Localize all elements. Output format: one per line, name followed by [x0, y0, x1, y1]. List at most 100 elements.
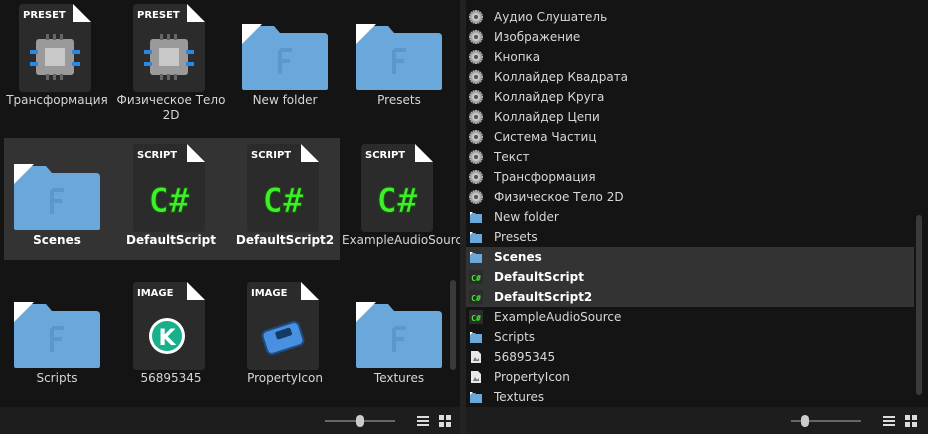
file-type-badge: PRESET: [23, 10, 66, 21]
gear-icon: [469, 90, 483, 104]
list-item[interactable]: Scripts: [466, 327, 914, 347]
image-icon: [471, 371, 481, 383]
list-item[interactable]: Scenes: [466, 247, 914, 267]
list-item[interactable]: C# DefaultScript2: [466, 287, 914, 307]
grid-zoom-knob[interactable]: [356, 415, 364, 427]
folder-icon: [470, 332, 482, 343]
grid-item[interactable]: IMAGE PropertyIcon: [228, 278, 342, 398]
grid-item-label: Трансформация: [6, 93, 108, 107]
grid-item-label: DefaultScript2: [235, 233, 335, 247]
list-item[interactable]: Текст: [466, 147, 914, 167]
folder-icon: [470, 252, 482, 263]
list-item[interactable]: Физическое Тело 2D: [466, 187, 914, 207]
grid-item-label: PropertyIcon: [247, 371, 323, 385]
gear-icon: [469, 150, 483, 164]
list-view-icon[interactable]: [882, 414, 896, 428]
list-item[interactable]: Textures: [466, 387, 914, 407]
grid-item-label: DefaultScript: [126, 233, 216, 247]
folder-icon: [14, 164, 100, 230]
grid-view-icon[interactable]: [438, 414, 452, 428]
gear-icon: [469, 190, 483, 204]
list-item-label: Коллайдер Круга: [494, 90, 605, 104]
grid-item-label: New folder: [252, 93, 318, 107]
list-item-label: Кнопка: [494, 50, 541, 64]
svg-text:K: K: [158, 326, 176, 351]
list-item[interactable]: PropertyIcon: [466, 367, 914, 387]
file-type-badge: SCRIPT: [365, 150, 406, 161]
list-item[interactable]: Система Частиц: [466, 127, 914, 147]
list-item[interactable]: Коллайдер Цепи: [466, 107, 914, 127]
grid-item[interactable]: PRESET Физическое Тело 2D: [114, 0, 228, 122]
list-item[interactable]: 56895345: [466, 347, 914, 367]
list-item[interactable]: Presets: [466, 227, 914, 247]
csharp-icon: C#: [469, 270, 483, 284]
grid-item[interactable]: Scenes: [0, 140, 114, 260]
grid-item[interactable]: Presets: [342, 0, 456, 120]
gear-icon: [469, 50, 483, 64]
svg-text:C#: C#: [471, 294, 481, 303]
gear-icon: [469, 10, 483, 24]
grid-item[interactable]: New folder: [228, 0, 342, 120]
list-item-label: DefaultScript2: [494, 290, 593, 304]
list-item[interactable]: Кнопка: [466, 47, 914, 67]
folder-icon: [14, 302, 100, 368]
grid-item[interactable]: C# SCRIPT DefaultScript: [114, 140, 228, 260]
list-item-label: ExampleAudioSource: [494, 310, 622, 324]
folder-icon: [470, 212, 482, 223]
list-item-label: Presets: [494, 230, 538, 244]
list-item-label: Текст: [494, 150, 530, 164]
list-item[interactable]: New folder: [466, 207, 914, 227]
gear-icon: [469, 70, 483, 84]
list-view-pane[interactable]: Аудио Слушатель Изображение Кнопка Коллайде…: [466, 0, 928, 407]
list-item-label: PropertyIcon: [494, 370, 570, 384]
list-item-label: 56895345: [494, 350, 556, 364]
file-type-badge: PRESET: [137, 10, 180, 21]
grid-item[interactable]: K IMAGE 56895345: [114, 278, 228, 398]
list-toolbar: [466, 407, 928, 434]
list-item-label: Аудио Слушатель: [494, 10, 608, 24]
list-item[interactable]: Трансформация: [466, 167, 914, 187]
file-type-badge: SCRIPT: [137, 150, 178, 161]
folder-icon: [356, 302, 442, 368]
gear-icon: [469, 170, 483, 184]
list-scrollbar[interactable]: [916, 215, 922, 395]
list-item[interactable]: Коллайдер Круга: [466, 87, 914, 107]
list-item-label: Коллайдер Цепи: [494, 110, 600, 124]
gear-icon: [469, 130, 483, 144]
file-type-badge: SCRIPT: [251, 150, 292, 161]
svg-text:C#: C#: [471, 274, 481, 283]
gear-icon: [469, 30, 483, 44]
grid-item[interactable]: PRESET Трансформация: [0, 0, 114, 120]
grid-view-pane[interactable]: PRESET Трансформация PRESET Физическое Тело…: [0, 0, 460, 407]
list-view-icon[interactable]: [416, 414, 430, 428]
folder-icon: [242, 24, 328, 90]
list-item[interactable]: C# ExampleAudioSource: [466, 307, 914, 327]
list-item[interactable]: Изображение: [466, 27, 914, 47]
grid-toolbar: [0, 407, 460, 434]
list-zoom-knob[interactable]: [801, 415, 809, 427]
list-item[interactable]: Аудио Слушатель: [466, 7, 914, 27]
list-item-label: Система Частиц: [494, 130, 597, 144]
grid-item[interactable]: C# SCRIPT DefaultScript2: [228, 140, 342, 260]
grid-item[interactable]: Scripts: [0, 278, 114, 398]
grid-item-label: Textures: [373, 371, 425, 385]
grid-item-label: Scenes: [33, 233, 81, 247]
grid-scrollbar[interactable]: [450, 280, 456, 370]
file-type-badge: IMAGE: [251, 288, 288, 299]
list-item[interactable]: C# DefaultScript: [466, 267, 914, 287]
list-item-label: Изображение: [494, 30, 581, 44]
grid-view-icon[interactable]: [904, 414, 918, 428]
grid-item[interactable]: Textures: [342, 278, 456, 398]
grid-item-label: ExampleAudioSource: [342, 233, 460, 247]
folder-icon: [470, 232, 482, 243]
list-item[interactable]: Коллайдер Квадрата: [466, 67, 914, 87]
file-type-badge: IMAGE: [137, 288, 174, 299]
grid-item[interactable]: C# SCRIPT ExampleAudioSource: [342, 140, 460, 260]
list-item-label: DefaultScript: [494, 270, 584, 284]
grid-item-label: Scripts: [36, 371, 78, 385]
gear-icon: [469, 110, 483, 124]
grid-item-label: 56895345: [140, 371, 202, 385]
list-item-label: New folder: [494, 210, 559, 224]
svg-text:C#: C#: [377, 181, 418, 221]
folder-icon: [356, 24, 442, 90]
